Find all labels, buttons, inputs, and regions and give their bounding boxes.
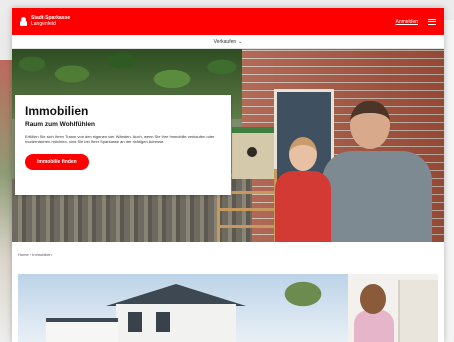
page-title: Immobilien — [25, 104, 89, 118]
subnav-dropdown-label[interactable]: Verkaufen — [214, 39, 237, 45]
hero-section: Immobilien Raum zum Wohlfühlen Erfüllen … — [12, 49, 444, 242]
hamburger-menu-icon[interactable] — [428, 18, 436, 25]
top-bar: Stadt-Sparkasse Langenfeld Anmelden — [12, 8, 444, 35]
page-subtitle: Raum zum Wohlfühlen — [25, 121, 95, 128]
teaser-image — [18, 274, 438, 342]
sparkasse-logo-icon — [20, 17, 27, 26]
bank-city: Langenfeld — [31, 20, 56, 27]
hero-description: Erfüllen Sie sich Ihren Traum von den ei… — [25, 134, 215, 144]
find-property-button[interactable]: Immobilie finden — [25, 154, 89, 170]
chevron-down-icon[interactable]: ⌄ — [238, 39, 242, 45]
teaser-girl-at-door-image — [348, 274, 438, 342]
bank-logo-text: Stadt-Sparkasse Langenfeld — [31, 15, 70, 27]
login-link[interactable]: Anmelden — [395, 19, 418, 25]
bank-logo[interactable]: Stadt-Sparkasse Langenfeld — [20, 15, 70, 27]
teaser-trees-image — [268, 274, 338, 314]
teaser-house-image — [46, 284, 286, 342]
hero-card: Immobilien Raum zum Wohlfühlen Erfüllen … — [15, 95, 231, 195]
background-strip-right — [444, 20, 454, 342]
hero-child-figure — [267, 137, 337, 242]
browser-page: Stadt-Sparkasse Langenfeld Anmelden Verk… — [12, 8, 444, 342]
top-bar-actions: Anmelden — [395, 18, 436, 25]
breadcrumb[interactable]: Home › Immobilien — [12, 242, 444, 266]
sub-navigation: Verkaufen ⌄ — [12, 35, 444, 49]
